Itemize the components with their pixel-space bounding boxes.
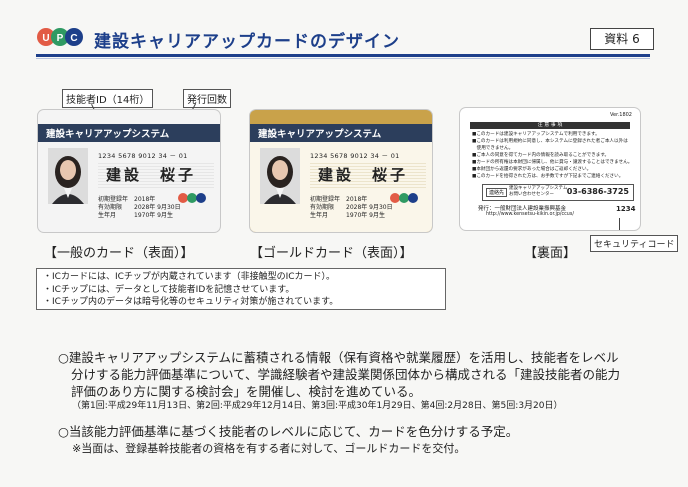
paragraph-evaluation: ○建設キャリアアップシステムに蓄積される情報（保有資格や就業履歴）を活用し、技能…	[58, 350, 621, 399]
issuer-url: http://www.kensetsu-kikin.or.jp/ccus/	[486, 212, 574, 217]
general-card: 建設キャリアアップシステム 1234 5678 9012 34 － 01 建設 …	[38, 110, 220, 232]
card-number: 1234 5678 9012 34 － 01	[310, 152, 400, 160]
gold-card: 建設キャリアアップシステム 1234 5678 9012 34 － 01 建設 …	[250, 110, 432, 232]
card-system-name: 建設キャリアアップシステム	[258, 129, 382, 140]
caption-back: 【裏面】	[524, 246, 577, 261]
caption-gold-card: 【ゴールドカード（表面）】	[250, 246, 413, 261]
svg-text:U: U	[42, 33, 49, 44]
ccus-mark-icon	[390, 193, 418, 203]
card-details: 初期登録年 2018年 有効期限 2028年 9月30日 生年月 1970年 9月生	[310, 196, 393, 219]
ic-notes-box: ・ICカードには、ICチップが内蔵されています（非接触型のICカード）。 ・IC…	[36, 268, 446, 310]
card-number: 1234 5678 9012 34 － 01	[98, 152, 188, 160]
card-details: 初期登録年 2018年 有効期限 2028年 9月30日 生年月 1970年 9月生	[98, 196, 181, 219]
note-item: ・ICカードには、ICチップが内蔵されています（非接触型のICカード）。	[43, 272, 336, 282]
holder-photo	[260, 148, 300, 204]
card-system-name: 建設キャリアアップシステム	[46, 129, 170, 140]
notice-lines: ■このカードは建設キャリアアップシステムで利用できます。 ■このカードは利用規約…	[472, 132, 633, 179]
card-back: Ver.1802 注 意 事 項 ■このカードは建設キャリアアップシステムで利用…	[460, 108, 640, 230]
meeting-dates: （第1回:平成29年11月13日、第2回:平成29年12月14日、第3回:平成3…	[72, 401, 563, 411]
holder-name: 建設 桜子	[106, 166, 197, 184]
ccus-logo: U P C	[37, 28, 83, 46]
card-serial: Ver.1802	[609, 112, 632, 118]
title-underline	[36, 54, 650, 57]
callout-issue-count: 発行回数	[183, 89, 231, 108]
gold-card-note: ※当面は、登録基幹技能者の資格を有する者に対して、ゴールドカードを交付。	[72, 442, 466, 455]
issuer: 発行：一般財団法人建設業振興基金	[478, 206, 567, 212]
note-item: ・ICチップには、データとして技能者IDを記憶させています。	[43, 284, 295, 295]
security-code: 1234	[616, 205, 636, 213]
notice-header: 注 意 事 項	[470, 122, 630, 129]
contact-box: 連絡先 建設キャリアアップシステム お問い合わせセンター 03-6386-372…	[482, 184, 634, 201]
phone-number: 03-6386-3725	[566, 187, 629, 196]
caption-general-card: 【一般のカード（表面）】	[44, 246, 194, 261]
holder-photo	[48, 148, 88, 204]
title-underline-thin	[36, 58, 650, 59]
holder-name: 建設 桜子	[318, 166, 409, 184]
callout-line	[619, 218, 620, 230]
ccus-mark-icon	[178, 193, 206, 203]
document-label: 資料 6	[590, 28, 654, 50]
svg-text:P: P	[57, 33, 64, 44]
note-item: ・ICチップ内のデータは暗号化等のセキュリティ対策が施されています。	[43, 297, 339, 307]
svg-text:C: C	[70, 33, 77, 44]
page-title: 建設キャリアアップカードのデザイン	[94, 32, 400, 52]
callout-tech-id: 技能者ID（14桁）	[62, 89, 154, 108]
callout-security-code: セキュリティコード	[590, 235, 679, 252]
paragraph-color-coding: ○当該能力評価基準に基づく技能者のレベルに応じて、カードを色分けする予定。	[58, 424, 519, 439]
